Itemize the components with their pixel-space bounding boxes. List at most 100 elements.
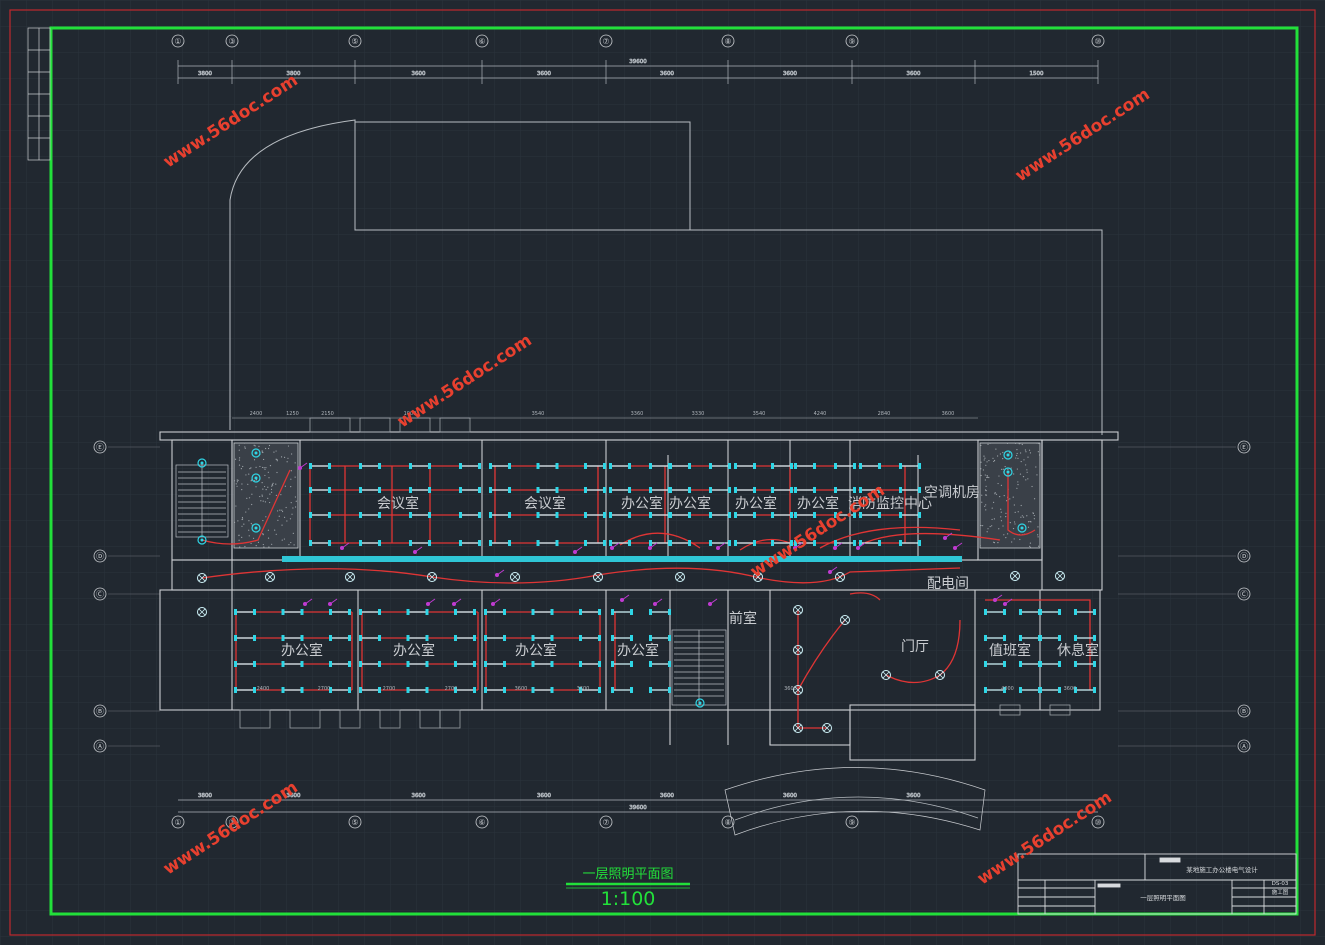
stipple-dot [987, 476, 989, 478]
stipple-dot [235, 483, 237, 485]
stipple-dot [237, 520, 239, 522]
stipple-dot [1020, 516, 1022, 518]
stipple-dot [1016, 468, 1018, 470]
stipple-dot [1037, 536, 1039, 538]
stipple-dot [263, 485, 266, 488]
grid-label: ⑨ [848, 818, 855, 827]
stipple-dot [241, 516, 244, 519]
room-label: 办公室 [735, 495, 777, 512]
stipple-dot [267, 447, 270, 450]
stipple-dot [294, 476, 296, 478]
stipple-dot [284, 485, 286, 487]
stipple-dot [1001, 468, 1003, 470]
corridor-cable-tray [282, 556, 962, 562]
stipple-dot [235, 505, 237, 507]
stipple-dot [1005, 537, 1007, 539]
stipple-dot [983, 455, 985, 457]
stipple-dot [252, 537, 255, 539]
stipple-dot [262, 519, 264, 522]
stipple-dot [261, 451, 263, 453]
stipple-dot [265, 447, 267, 450]
stipple-dot [288, 544, 290, 546]
grid-label: ⑩ [1094, 818, 1101, 827]
stipple-dot [269, 493, 271, 495]
stipple-dot [986, 475, 988, 477]
stipple-dot [238, 457, 241, 459]
dim-text: 3600 [783, 793, 797, 799]
stipple-dot [281, 524, 283, 526]
stipple-dot [1023, 459, 1025, 461]
stipple-dot [245, 511, 247, 513]
stipple-dot [283, 516, 286, 518]
stipple-dot [290, 486, 292, 488]
stipple-dot [980, 468, 982, 470]
stipple-dot [275, 483, 277, 485]
stipple-dot [242, 465, 244, 468]
stipple-dot [1037, 534, 1039, 536]
stipple-dot [988, 459, 990, 462]
stipple-dot [994, 493, 996, 495]
stipple-dot [1016, 449, 1018, 451]
stipple-dot [1022, 516, 1025, 518]
stipple-dot [1031, 485, 1033, 488]
stipple-dot [1029, 520, 1031, 523]
grid-label: Ⓔ [96, 443, 104, 452]
stipple-dot [1032, 512, 1034, 514]
titleblock-sheet-no: DS-03 [1272, 881, 1289, 887]
stipple-dot [283, 538, 285, 540]
grid-label: ⑨ [848, 37, 855, 46]
stipple-dot [279, 509, 281, 511]
stipple-dot [264, 501, 266, 503]
stipple-dot [273, 451, 275, 453]
stipple-dot [267, 529, 269, 531]
stipple-dot [291, 513, 293, 515]
stipple-dot [276, 471, 278, 474]
plan-dim-text: 2840 [878, 411, 891, 417]
stipple-dot [1002, 451, 1004, 454]
stipple-dot [986, 531, 988, 533]
grid-label: Ⓒ [96, 590, 104, 599]
stipple-dot [1021, 443, 1023, 446]
stipple-dot [984, 505, 986, 507]
stipple-dot [986, 476, 988, 479]
dim-total: 39600 [629, 805, 647, 811]
stipple-dot [1014, 442, 1017, 444]
stipple-dot [238, 534, 240, 537]
drawing-title: 一层照明平面图 [582, 867, 673, 882]
stipple-dot [261, 495, 263, 497]
stipple-dot [293, 544, 295, 546]
stipple-dot [980, 474, 982, 477]
stipple-dot [243, 442, 246, 444]
stipple-dot [1006, 442, 1009, 444]
plan-dim-text: 2400 [257, 686, 270, 692]
stipple-dot [248, 473, 250, 475]
cad-drawing-canvas[interactable]: 3800 3800 3600 3600 3600 3600 3600 1500 39600 ① ③… [0, 0, 1325, 945]
stipple-dot [275, 458, 277, 460]
plan-dim-text: 1250 [286, 411, 299, 417]
stipple-dot [277, 519, 279, 522]
stipple-dot [1027, 478, 1029, 480]
stipple-dot [257, 541, 260, 543]
stipple-dot [294, 462, 296, 464]
stipple-dot [997, 482, 999, 485]
stipple-dot [233, 480, 236, 482]
stipple-dot [248, 508, 250, 510]
dim-text: 3600 [907, 793, 921, 799]
dim-text: 3600 [907, 71, 921, 77]
stipple-dot [259, 465, 261, 468]
stipple-dot [294, 496, 297, 498]
plan-dim-text: 3600 [515, 686, 528, 692]
stipple-dot [997, 547, 999, 549]
stipple-dot [984, 489, 987, 491]
stipple-dot [1000, 516, 1002, 518]
grid-label: Ⓑ [96, 707, 104, 716]
plan-dim-text: 3600 [784, 686, 797, 692]
stipple-dot [285, 506, 287, 509]
stipple-dot [1027, 521, 1030, 523]
stipple-dot [1029, 545, 1031, 547]
stipple-dot [1002, 458, 1004, 460]
dim-text: 3800 [198, 71, 212, 77]
stipple-dot [262, 488, 264, 490]
stipple-dot [236, 481, 238, 483]
room-label: 办公室 [515, 642, 557, 659]
